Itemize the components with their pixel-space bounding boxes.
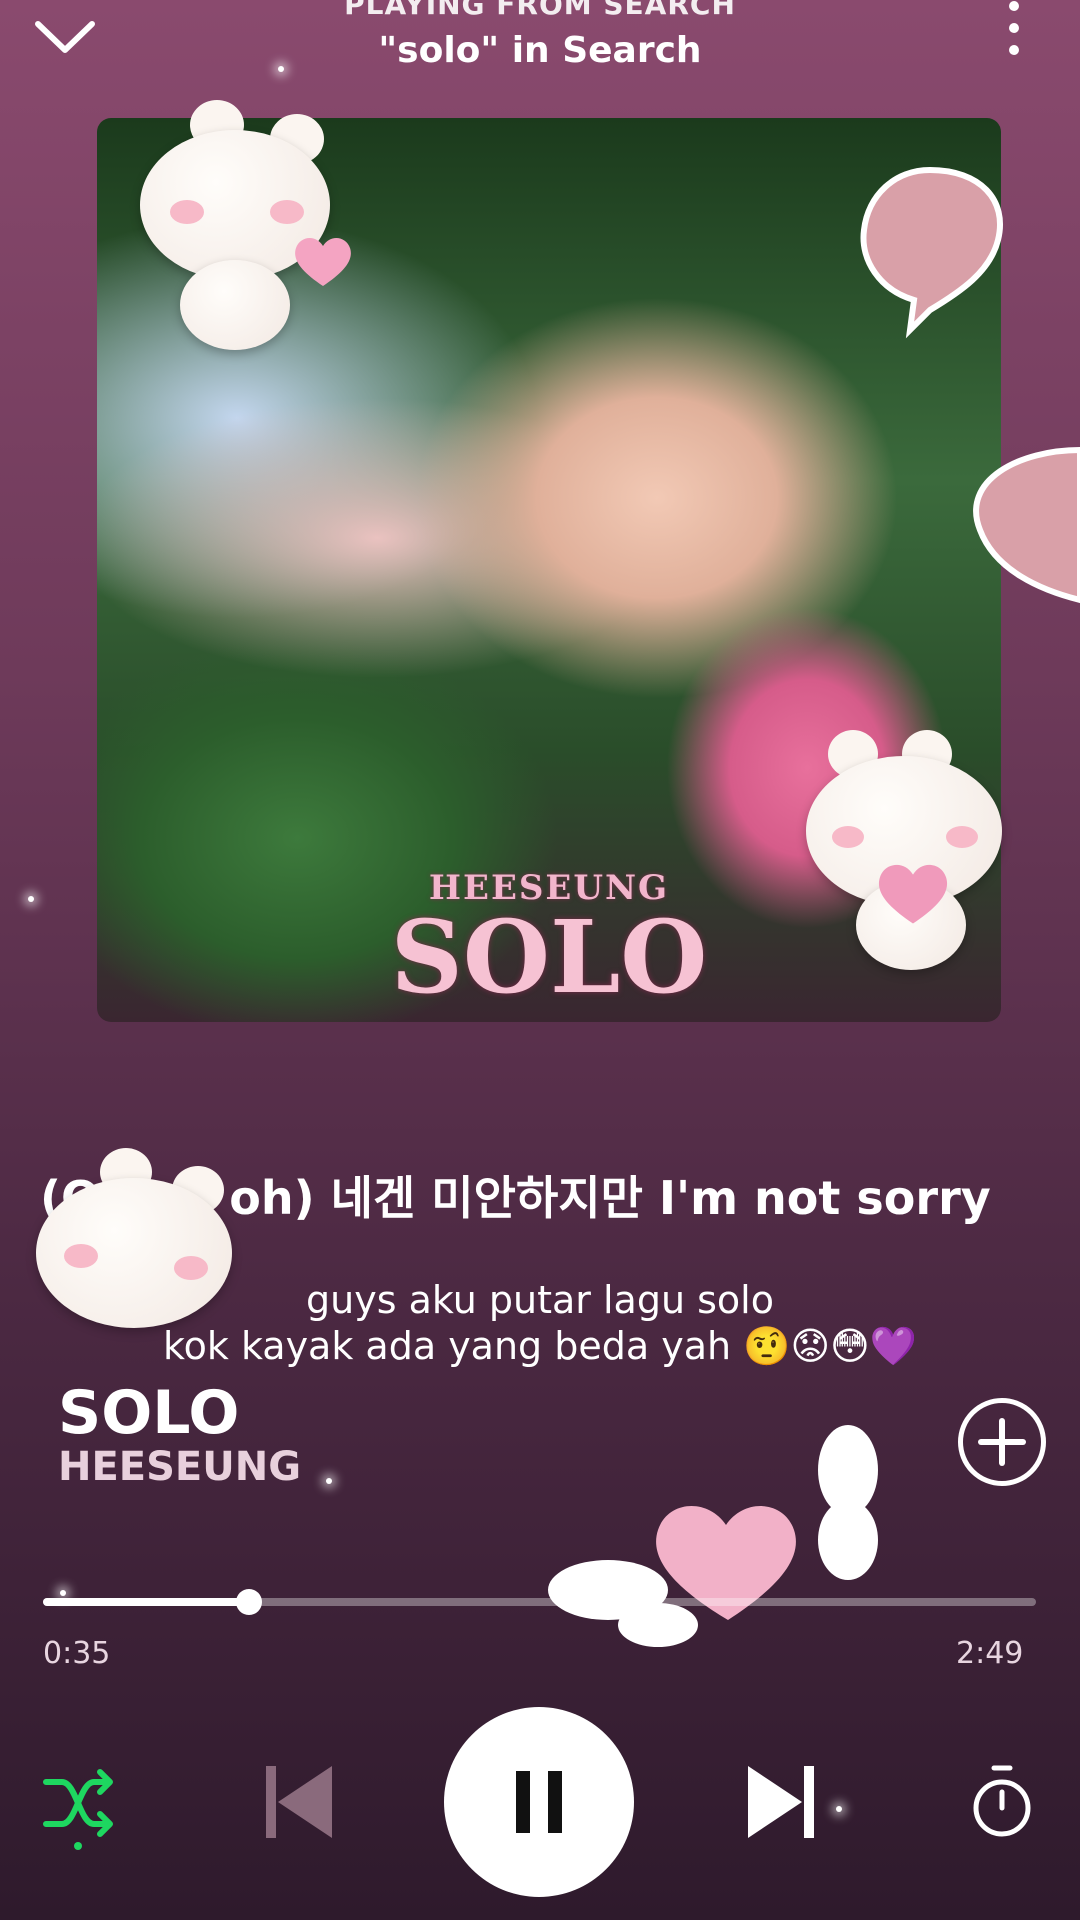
heart-sticker: [878, 864, 948, 924]
pause-button[interactable]: [444, 1707, 634, 1897]
progress-scrubber[interactable]: [236, 1589, 262, 1615]
bear-sticker: [806, 730, 1006, 980]
speech-bubble-sticker: [860, 166, 1003, 339]
winged-heart-sticker: [548, 1425, 878, 1647]
sparkle-decoration: [28, 896, 34, 902]
shuffle-icon[interactable]: [40, 1764, 120, 1850]
progress-fill: [43, 1598, 249, 1606]
track-artist[interactable]: HEESEUNG: [58, 1444, 301, 1490]
sparkle-decoration: [326, 1478, 332, 1484]
heart-sticker: [295, 237, 351, 286]
sparkle-decoration: [278, 66, 284, 72]
track-title[interactable]: SOLO: [58, 1378, 239, 1448]
add-circle-icon: [978, 1418, 1026, 1466]
pause-icon: [516, 1771, 562, 1833]
speech-bubble-sticker: [973, 446, 1080, 604]
more-vertical-icon[interactable]: [996, 0, 1032, 60]
add-to-library-button[interactable]: [958, 1398, 1046, 1486]
playing-from-title[interactable]: "solo" in Search: [0, 30, 1080, 71]
elapsed-time: 0:35: [43, 1636, 111, 1671]
caption-line-2: kok kayak ada yang beda yah 🤨😟😳💜: [162, 1324, 918, 1368]
playing-from-label: PLAYING FROM SEARCH: [344, 0, 736, 21]
sparkle-decoration: [60, 1590, 66, 1596]
previous-icon[interactable]: [266, 1766, 332, 1838]
caption-line-1: guys aku putar lagu solo: [306, 1278, 774, 1322]
sparkle-decoration: [836, 1806, 842, 1812]
next-icon[interactable]: [748, 1766, 814, 1838]
total-duration: 2:49: [956, 1636, 1024, 1671]
sleep-timer-icon[interactable]: [970, 1764, 1034, 1840]
bear-sticker: [130, 100, 350, 360]
